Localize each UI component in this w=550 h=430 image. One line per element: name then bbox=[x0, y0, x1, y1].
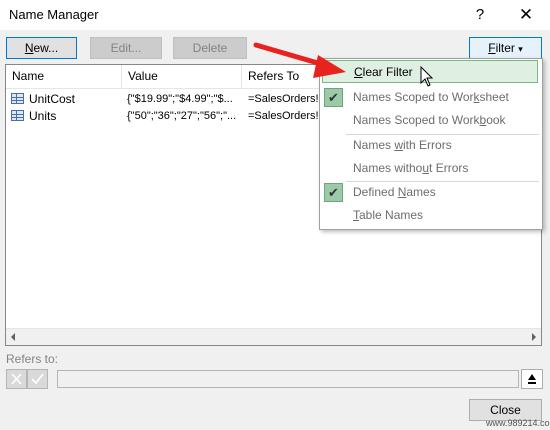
named-range-icon bbox=[11, 110, 24, 121]
menu-item-label: Names Scoped to Worksheet bbox=[353, 90, 509, 104]
checkmark-icon: ✔ bbox=[324, 183, 343, 202]
new-button[interactable]: New... bbox=[6, 37, 77, 59]
cancel-x-icon bbox=[11, 373, 22, 385]
menu-item-label: Names with Errors bbox=[353, 138, 452, 152]
help-button[interactable]: ? bbox=[468, 4, 492, 26]
checkmark-icon bbox=[31, 373, 44, 385]
filter-button[interactable]: Filter ▾ bbox=[469, 37, 542, 59]
scroll-right-icon[interactable] bbox=[532, 333, 536, 341]
new-label: ew... bbox=[33, 41, 59, 55]
row-name: Units bbox=[29, 109, 57, 123]
menu-item-scoped-worksheet[interactable]: ✔ Names Scoped to Worksheet bbox=[320, 86, 542, 109]
menu-item-label: Defined Names bbox=[353, 185, 436, 199]
window-title: Name Manager bbox=[9, 7, 99, 22]
menu-item-label: Clear Filter bbox=[354, 65, 413, 79]
column-header-name[interactable]: Name bbox=[6, 65, 122, 88]
row-name: UnitCost bbox=[29, 92, 76, 106]
menu-item-label: Table Names bbox=[353, 208, 424, 222]
filter-mnemonic: F bbox=[488, 41, 496, 55]
menu-item-without-errors[interactable]: Names without Errors bbox=[320, 157, 542, 180]
mouse-pointer-icon bbox=[420, 66, 434, 87]
column-header-value[interactable]: Value bbox=[122, 65, 242, 88]
edit-button[interactable]: Edit... bbox=[90, 37, 162, 59]
close-window-button[interactable]: ✕ bbox=[512, 3, 540, 27]
row-value: {"$19.99";"$4.99";"$... bbox=[127, 93, 233, 105]
checkmark-icon: ✔ bbox=[324, 88, 343, 107]
row-value: {"50";"36";"27";"56";"... bbox=[127, 110, 237, 122]
menu-item-label: Names without Errors bbox=[353, 161, 469, 175]
refers-to-label: Refers to: bbox=[6, 352, 59, 366]
menu-item-scoped-workbook[interactable]: Names Scoped to Workbook bbox=[320, 109, 542, 132]
menu-item-label: Names Scoped to Workbook bbox=[353, 113, 506, 127]
confirm-edit-button[interactable] bbox=[27, 369, 48, 389]
menu-item-table-names[interactable]: Table Names bbox=[320, 204, 542, 227]
collapse-dialog-button[interactable] bbox=[521, 369, 543, 389]
title-bar: Name Manager ? ✕ bbox=[0, 0, 550, 30]
scroll-left-icon[interactable] bbox=[11, 333, 15, 341]
chevron-down-icon: ▾ bbox=[518, 44, 523, 54]
menu-item-with-errors[interactable]: Names with Errors bbox=[320, 134, 542, 157]
refers-to-field[interactable] bbox=[57, 370, 519, 388]
horizontal-scrollbar[interactable] bbox=[6, 328, 541, 345]
collapse-up-icon bbox=[528, 374, 536, 384]
named-range-icon bbox=[11, 93, 24, 104]
menu-item-defined-names[interactable]: ✔ Defined Names bbox=[320, 181, 542, 204]
watermark: www.989214.com bbox=[486, 418, 550, 428]
filter-label: ilter bbox=[495, 41, 515, 55]
cancel-edit-button[interactable] bbox=[6, 369, 27, 389]
delete-button[interactable]: Delete bbox=[173, 37, 247, 59]
